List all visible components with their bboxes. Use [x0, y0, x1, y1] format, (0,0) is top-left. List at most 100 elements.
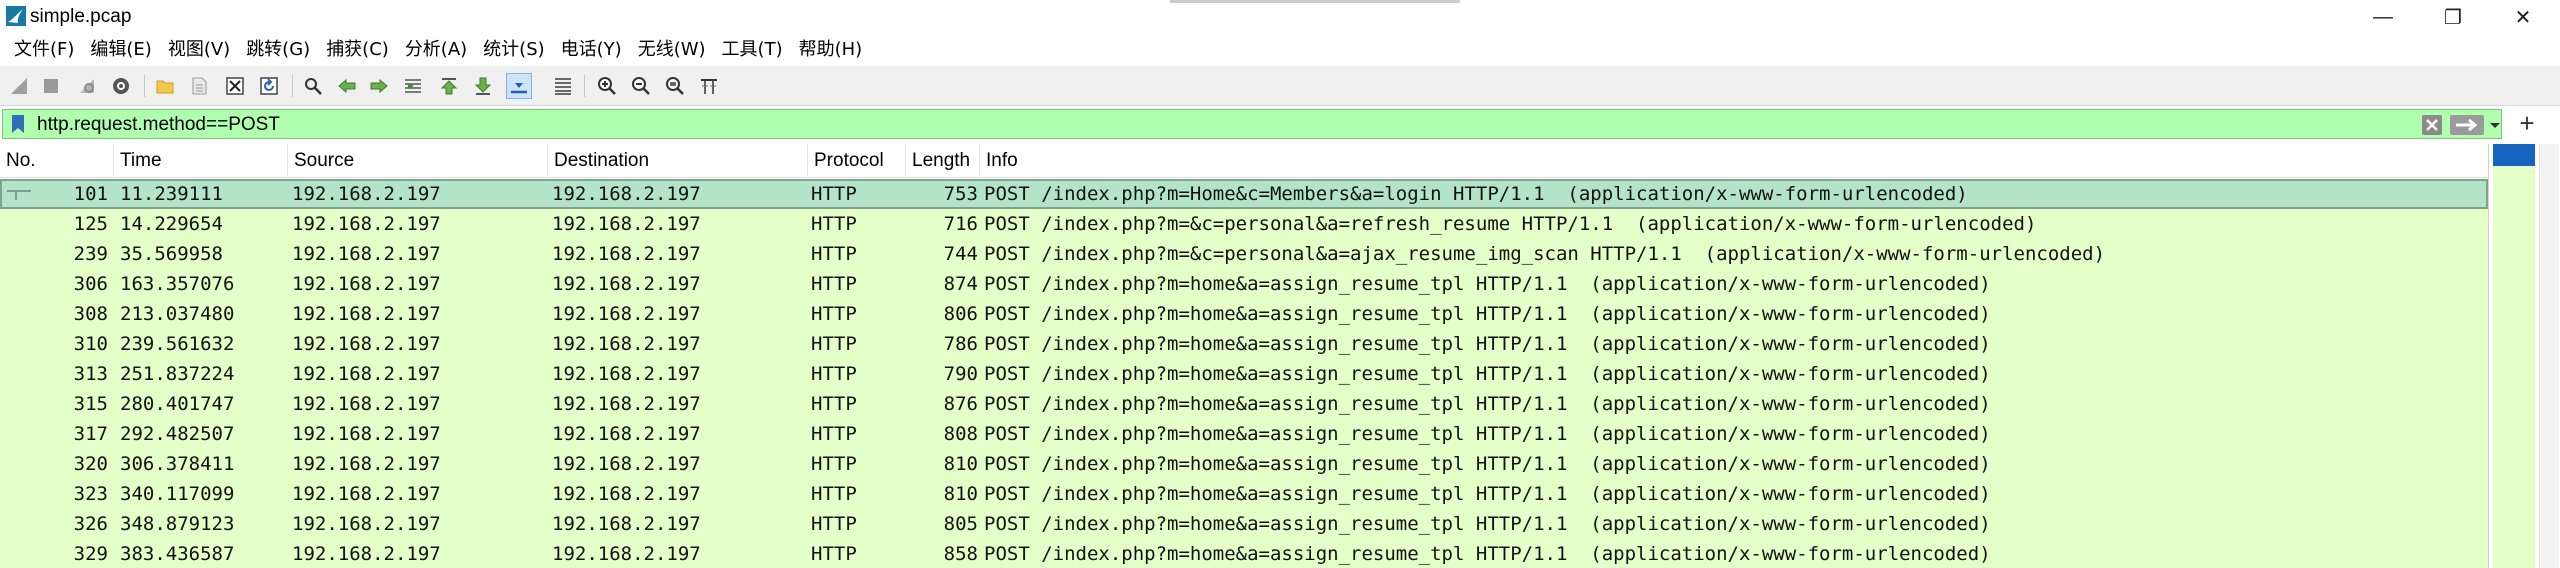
- zoom-in-button[interactable]: [594, 73, 620, 99]
- packet-row[interactable]: 308 213.037480 192.168.2.197 192.168.2.1…: [0, 299, 2488, 329]
- start-capture-button[interactable]: [6, 73, 32, 99]
- packet-source: 192.168.2.197: [292, 363, 441, 385]
- add-filter-button[interactable]: +: [2514, 109, 2540, 139]
- column-header-length[interactable]: Length: [906, 144, 980, 178]
- menu-telephony[interactable]: 电话(Y): [553, 34, 630, 66]
- packet-protocol: HTTP: [811, 423, 857, 445]
- packet-info: POST /index.php?m=home&a=assign_resume_t…: [984, 423, 1991, 445]
- menu-statistics[interactable]: 统计(S): [475, 34, 552, 66]
- packet-destination: 192.168.2.197: [552, 273, 701, 295]
- packet-no: 101: [73, 183, 108, 205]
- menu-tools[interactable]: 工具(T): [714, 34, 791, 66]
- column-header-source[interactable]: Source: [288, 144, 548, 178]
- bookmark-icon[interactable]: [7, 113, 29, 135]
- column-header-protocol[interactable]: Protocol: [808, 144, 906, 178]
- packet-list-header: No. Time Source Destination Protocol Len…: [0, 144, 2488, 178]
- packet-time: 251.837224: [120, 363, 235, 385]
- auto-scroll-button[interactable]: [506, 73, 532, 99]
- packet-source: 192.168.2.197: [292, 273, 441, 295]
- packet-protocol: HTTP: [811, 213, 857, 235]
- apply-filter-arrow-icon[interactable]: [2449, 114, 2485, 136]
- stop-capture-button[interactable]: [38, 73, 64, 99]
- packet-length: 810: [943, 483, 978, 505]
- packet-row[interactable]: 323 340.117099 192.168.2.197 192.168.2.1…: [0, 479, 2488, 509]
- packet-info: POST /index.php?m=home&a=assign_resume_t…: [984, 303, 1991, 325]
- reload-file-button[interactable]: [256, 73, 282, 99]
- packet-destination: 192.168.2.197: [552, 363, 701, 385]
- menu-edit[interactable]: 编辑(E): [82, 34, 159, 66]
- packet-length: 805: [943, 513, 978, 535]
- packet-row[interactable]: 313 251.837224 192.168.2.197 192.168.2.1…: [0, 359, 2488, 389]
- maximize-button[interactable]: ❐: [2418, 0, 2488, 34]
- go-back-button[interactable]: [334, 73, 360, 99]
- packet-no: 329: [73, 543, 108, 565]
- zoom-out-button[interactable]: [628, 73, 654, 99]
- column-header-no[interactable]: No.: [0, 144, 114, 178]
- last-packet-button[interactable]: [470, 73, 496, 99]
- restart-icon: [80, 79, 94, 93]
- go-forward-button[interactable]: [366, 73, 392, 99]
- close-button[interactable]: ✕: [2488, 0, 2558, 34]
- display-filter-input[interactable]: [37, 112, 2407, 138]
- file-icon: [192, 77, 207, 95]
- packet-source: 192.168.2.197: [292, 303, 441, 325]
- save-file-button[interactable]: [186, 73, 212, 99]
- display-filter-bar: +: [0, 108, 2560, 140]
- packet-no: 323: [73, 483, 108, 505]
- packet-row[interactable]: 329 383.436587 192.168.2.197 192.168.2.1…: [0, 539, 2488, 568]
- go-to-packet-button[interactable]: [400, 73, 426, 99]
- column-header-time[interactable]: Time: [114, 144, 288, 178]
- menu-wireless[interactable]: 无线(W): [630, 34, 714, 66]
- vertical-scrollbar[interactable]: [2539, 144, 2559, 568]
- packet-row[interactable]: 326 348.879123 192.168.2.197 192.168.2.1…: [0, 509, 2488, 539]
- packet-no: 239: [73, 243, 108, 265]
- packet-source: 192.168.2.197: [292, 393, 441, 415]
- packet-length: 716: [943, 213, 978, 235]
- open-file-button[interactable]: [152, 73, 178, 99]
- colorize-button[interactable]: [550, 73, 576, 99]
- packet-time: 292.482507: [120, 423, 235, 445]
- packet-source: 192.168.2.197: [292, 513, 441, 535]
- menu-analyze[interactable]: 分析(A): [397, 34, 475, 66]
- clear-filter-icon[interactable]: [2421, 114, 2443, 136]
- packet-no: 320: [73, 453, 108, 475]
- restart-capture-button[interactable]: [74, 73, 100, 99]
- main-toolbar: [0, 66, 2560, 106]
- packet-row[interactable]: 101 11.239111 192.168.2.197 192.168.2.19…: [0, 179, 2488, 209]
- close-file-button[interactable]: [222, 73, 248, 99]
- packet-length: 858: [943, 543, 978, 565]
- menu-view[interactable]: 视图(V): [160, 34, 238, 66]
- column-header-info[interactable]: Info: [980, 144, 2488, 178]
- packet-row[interactable]: 239 35.569958 192.168.2.197 192.168.2.19…: [0, 239, 2488, 269]
- packet-row[interactable]: 306 163.357076 192.168.2.197 192.168.2.1…: [0, 269, 2488, 299]
- packet-info: POST /index.php?m=home&a=assign_resume_t…: [984, 483, 1991, 505]
- packet-row[interactable]: 315 280.401747 192.168.2.197 192.168.2.1…: [0, 389, 2488, 419]
- packet-row[interactable]: 125 14.229654 192.168.2.197 192.168.2.19…: [0, 209, 2488, 239]
- packet-protocol: HTTP: [811, 333, 857, 355]
- packet-minimap-scrollbar[interactable]: [2488, 144, 2560, 568]
- find-packet-button[interactable]: [300, 73, 326, 99]
- resize-columns-button[interactable]: [696, 73, 722, 99]
- packet-length: 876: [943, 393, 978, 415]
- first-packet-button[interactable]: [436, 73, 462, 99]
- packet-protocol: HTTP: [811, 483, 857, 505]
- column-header-destination[interactable]: Destination: [548, 144, 808, 178]
- forward-icon: [370, 78, 388, 94]
- menu-capture[interactable]: 捕获(C): [318, 34, 397, 66]
- capture-options-button[interactable]: [108, 73, 134, 99]
- packet-destination: 192.168.2.197: [552, 513, 701, 535]
- packet-row[interactable]: 317 292.482507 192.168.2.197 192.168.2.1…: [0, 419, 2488, 449]
- packet-row[interactable]: 310 239.561632 192.168.2.197 192.168.2.1…: [0, 329, 2488, 359]
- packet-source: 192.168.2.197: [292, 423, 441, 445]
- chevron-down-icon[interactable]: [2489, 116, 2501, 134]
- menu-file[interactable]: 文件(F): [6, 34, 82, 66]
- packet-row[interactable]: 320 306.378411 192.168.2.197 192.168.2.1…: [0, 449, 2488, 479]
- menu-help[interactable]: 帮助(H): [791, 34, 871, 66]
- packet-length: 806: [943, 303, 978, 325]
- packet-destination: 192.168.2.197: [552, 543, 701, 565]
- minimap-strip: [2493, 144, 2535, 568]
- zoom-reset-button[interactable]: [662, 73, 688, 99]
- menu-go[interactable]: 跳转(G): [238, 34, 318, 66]
- minimize-button[interactable]: —: [2348, 0, 2418, 34]
- packet-source: 192.168.2.197: [292, 243, 441, 265]
